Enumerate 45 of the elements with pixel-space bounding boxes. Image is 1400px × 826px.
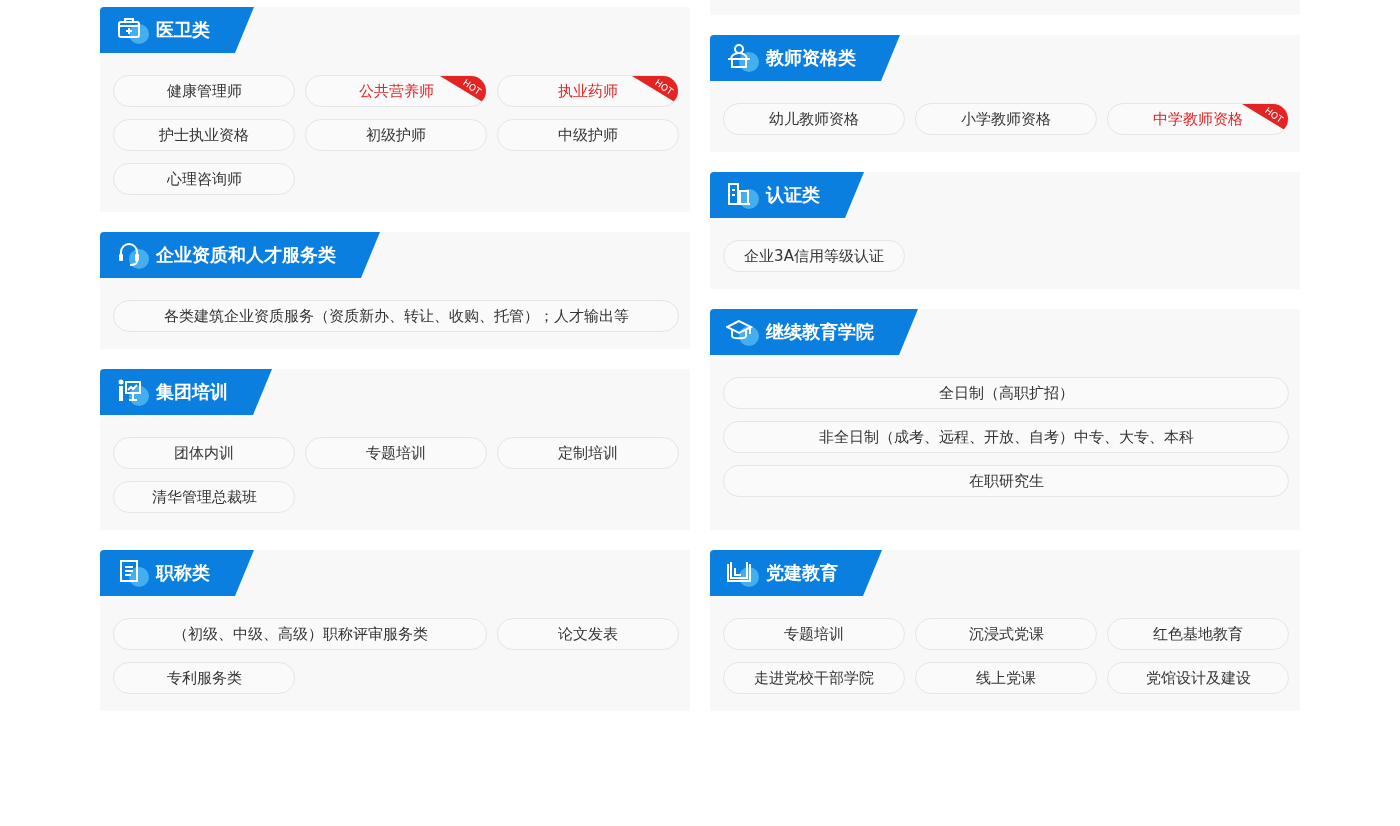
category-title: 医卫类 <box>156 18 210 42</box>
course-link[interactable]: 心理咨询师 <box>113 163 295 195</box>
category-icon <box>726 180 760 210</box>
category-icon <box>726 317 760 347</box>
hot-badge: HOT <box>1242 104 1288 132</box>
course-link[interactable]: 护士执业资格 <box>113 119 295 151</box>
course-link[interactable]: 专利服务类 <box>113 662 295 694</box>
course-link[interactable]: 专题培训 <box>305 437 487 469</box>
course-link[interactable]: 中级护师 <box>497 119 679 151</box>
hot-badge: HOT <box>632 76 678 104</box>
course-link[interactable]: 清华管理总裁班 <box>113 481 295 513</box>
course-link[interactable]: 定制培训 <box>497 437 679 469</box>
course-link[interactable]: 健康管理师 <box>113 75 295 107</box>
course-link[interactable]: 非全日制（成考、远程、开放、自考）中专、大专、本科 <box>723 421 1289 453</box>
category-title: 继续教育学院 <box>766 320 874 344</box>
course-link[interactable]: 在职研究生 <box>723 465 1289 497</box>
course-link[interactable]: 专题培训 <box>723 618 905 650</box>
category-title: 职称类 <box>156 561 210 585</box>
course-link[interactable]: 中学教师资格 HOT <box>1107 103 1289 135</box>
category-title: 企业资质和人才服务类 <box>156 243 336 267</box>
course-link[interactable]: 公共营养师 HOT <box>305 75 487 107</box>
course-link[interactable]: 论文发表 <box>497 618 679 650</box>
course-link[interactable]: 全日制（高职扩招） <box>723 377 1289 409</box>
course-link[interactable]: 各类建筑企业资质服务（资质新办、转让、收购、托管）；人才输出等 <box>113 300 679 332</box>
course-link[interactable]: 执业药师 HOT <box>497 75 679 107</box>
course-link[interactable]: 沉浸式党课 <box>915 618 1097 650</box>
course-link[interactable]: 企业3A信用等级认证 <box>723 240 905 272</box>
category-icon <box>116 240 150 270</box>
category-title: 集团培训 <box>156 380 228 404</box>
course-link[interactable]: 小学教师资格 <box>915 103 1097 135</box>
category-icon <box>726 43 760 73</box>
category-icon <box>116 15 150 45</box>
category-icon <box>116 377 150 407</box>
course-link[interactable]: 线上党课 <box>915 662 1097 694</box>
course-link[interactable]: 走进党校干部学院 <box>723 662 905 694</box>
category-title: 认证类 <box>766 183 820 207</box>
course-link[interactable]: 红色基地教育 <box>1107 618 1289 650</box>
course-link[interactable]: 初级护师 <box>305 119 487 151</box>
hot-badge: HOT <box>440 76 486 104</box>
course-link[interactable]: 团体内训 <box>113 437 295 469</box>
course-link[interactable]: （初级、中级、高级）职称评审服务类 <box>113 618 487 650</box>
course-link[interactable]: 党馆设计及建设 <box>1107 662 1289 694</box>
course-link[interactable]: 幼儿教师资格 <box>723 103 905 135</box>
category-title: 教师资格类 <box>766 46 856 70</box>
category-title: 党建教育 <box>766 561 838 585</box>
